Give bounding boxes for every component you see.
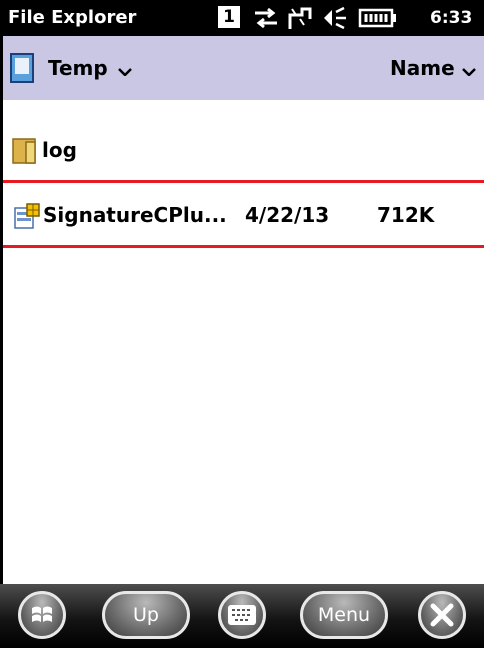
file-name: SignatureCPlu... <box>43 203 227 227</box>
windows-start-icon <box>32 606 52 622</box>
battery-icon[interactable] <box>358 5 398 31</box>
close-button[interactable] <box>418 591 466 639</box>
sort-dropdown[interactable]: Name <box>390 56 455 80</box>
up-button[interactable]: Up <box>102 591 190 639</box>
list-item-log[interactable]: log <box>0 128 484 172</box>
file-date: 4/22/13 <box>245 203 330 227</box>
start-button[interactable] <box>18 591 66 639</box>
installer-icon <box>14 203 40 229</box>
menu-button[interactable]: Menu <box>300 591 388 639</box>
folder-icon <box>12 138 36 164</box>
file-name: log <box>42 138 77 162</box>
taskbar: Up Menu <box>0 584 484 648</box>
chevron-down-icon[interactable] <box>118 68 132 76</box>
sync-arrows-icon <box>255 7 277 29</box>
keyboard-button[interactable] <box>218 591 266 639</box>
list-item-signature[interactable]: SignatureCPlu... 4/22/13 712K <box>0 180 484 248</box>
left-border <box>0 36 3 648</box>
speaker-icon[interactable] <box>320 5 350 31</box>
sort-chevron-down-icon[interactable] <box>462 68 476 76</box>
document-icon <box>10 53 34 83</box>
status-bar: File Explorer 1 6:33 <box>0 0 484 36</box>
folder-dropdown[interactable]: Temp <box>48 56 108 80</box>
signal-icon <box>288 7 312 29</box>
file-size: 712K <box>377 203 435 227</box>
clock[interactable]: 6:33 <box>430 8 472 28</box>
close-icon <box>430 603 454 627</box>
folder-header: Temp Name <box>0 36 484 100</box>
app-title: File Explorer <box>8 7 137 28</box>
keyboard-icon <box>228 605 256 625</box>
notification-badge[interactable]: 1 <box>218 6 240 28</box>
